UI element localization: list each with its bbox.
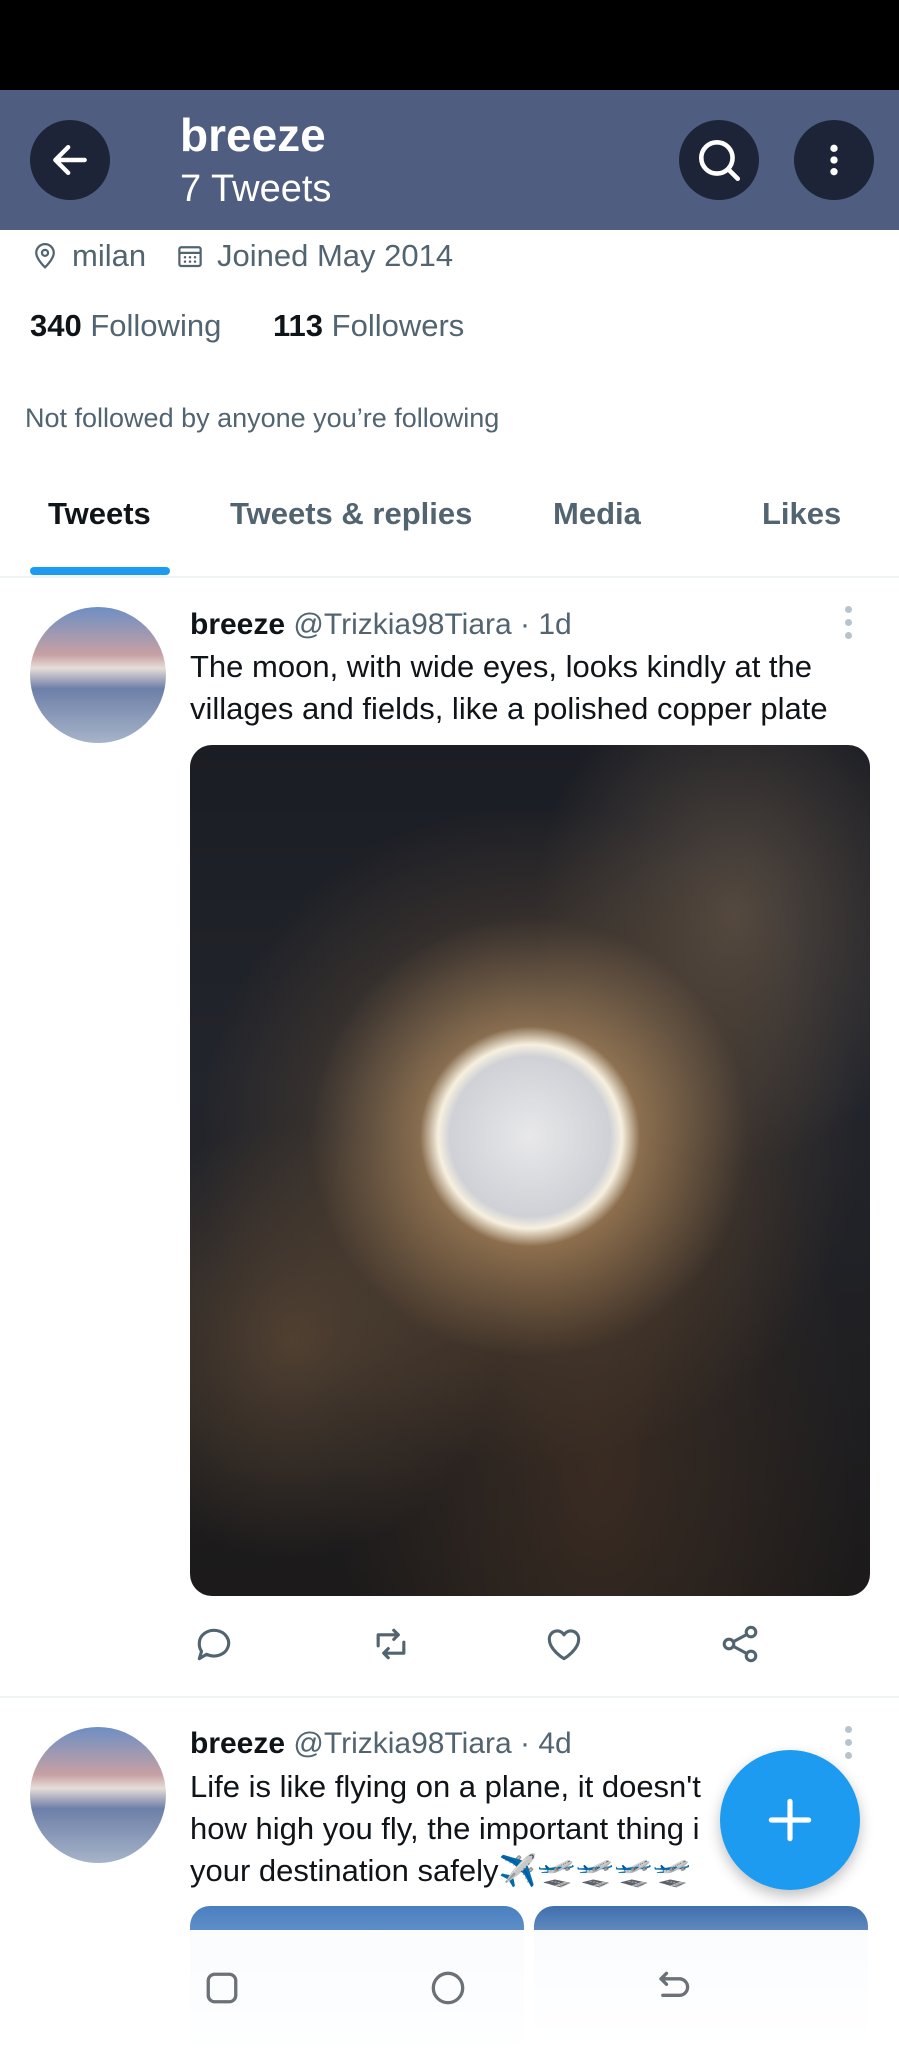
more-options-button[interactable]: [794, 120, 874, 200]
back-system-button[interactable]: [650, 1966, 694, 2015]
header-profile-name: breeze: [180, 109, 326, 161]
active-tab-indicator: [30, 567, 170, 575]
joined-text: Joined May 2014: [217, 238, 454, 273]
following-label: Following: [90, 308, 222, 343]
tweet-more-button[interactable]: [845, 1726, 853, 1765]
location-text: milan: [72, 238, 147, 273]
home-button[interactable]: [426, 1966, 470, 2015]
more-vertical-icon: [830, 144, 838, 176]
tweet-header: breeze @Trizkia98Tiara · 4d: [190, 1727, 572, 1761]
tweet-author-name[interactable]: breeze: [190, 608, 285, 641]
following-link[interactable]: 340 Following: [30, 308, 221, 344]
tweet-text: The moon, with wide eyes, looks kindly a…: [190, 646, 890, 730]
tweet-time: · 1d: [520, 608, 572, 641]
tweet-handle[interactable]: @Trizkia98Tiara: [293, 608, 511, 641]
like-icon: [547, 1629, 581, 1661]
avatar[interactable]: [30, 1727, 166, 1863]
joined-item: Joined May 2014: [175, 238, 453, 274]
compose-plus-icon: [768, 1798, 812, 1842]
followers-count: 113: [273, 308, 324, 343]
tweet-header: breeze @Trizkia98Tiara · 1d: [190, 608, 572, 642]
tweet-text-line: The moon, with wide eyes, looks kindly a…: [190, 649, 813, 684]
search-icon: [699, 140, 741, 182]
followers-link[interactable]: 113 Followers: [273, 308, 464, 344]
share-button[interactable]: [718, 1622, 762, 1671]
tweet-more-button[interactable]: [845, 606, 853, 645]
reply-icon: [197, 1628, 231, 1661]
tab-tweets-and-replies[interactable]: Tweets & replies: [230, 496, 472, 532]
retweet-icon: [376, 1628, 406, 1660]
back-arrow-icon: [53, 144, 87, 176]
avatar[interactable]: [30, 607, 166, 743]
share-icon: [722, 1625, 758, 1663]
tab-likes[interactable]: Likes: [762, 496, 841, 532]
tweet-image-moon[interactable]: [190, 745, 870, 1596]
tab-media[interactable]: Media: [553, 496, 641, 532]
not-followed-note: Not followed by anyone you’re following: [25, 403, 500, 433]
tab-tweets[interactable]: Tweets: [48, 496, 151, 532]
status-bar: [0, 0, 899, 90]
tweet-handle[interactable]: @Trizkia98Tiara: [293, 1727, 511, 1760]
home-icon: [431, 1971, 465, 2005]
tweet-divider: [0, 1696, 899, 1698]
like-button[interactable]: [542, 1622, 586, 1671]
retweet-button[interactable]: [368, 1622, 414, 1671]
back-icon: [659, 1971, 690, 1997]
system-navigation-bar: [0, 1930, 899, 2048]
compose-tweet-button[interactable]: [720, 1750, 860, 1890]
reply-button[interactable]: [192, 1622, 236, 1671]
location-item: milan: [30, 238, 146, 274]
header-tweet-count: 7 Tweets: [180, 168, 332, 210]
back-button[interactable]: [30, 120, 110, 200]
tweet-time: · 4d: [520, 1727, 572, 1760]
tweet-text-line: villages and fields, like a polished cop…: [190, 691, 828, 726]
recents-button[interactable]: [200, 1966, 244, 2015]
search-button[interactable]: [679, 120, 759, 200]
tabs-divider: [0, 576, 899, 578]
following-count: 340: [30, 308, 82, 343]
followers-label: Followers: [331, 308, 465, 343]
tweet-author-name[interactable]: breeze: [190, 1727, 285, 1760]
profile-header: [0, 90, 899, 230]
calendar-icon: [178, 246, 202, 268]
location-pin-icon: [35, 243, 55, 269]
recents-icon: [206, 1972, 238, 2004]
